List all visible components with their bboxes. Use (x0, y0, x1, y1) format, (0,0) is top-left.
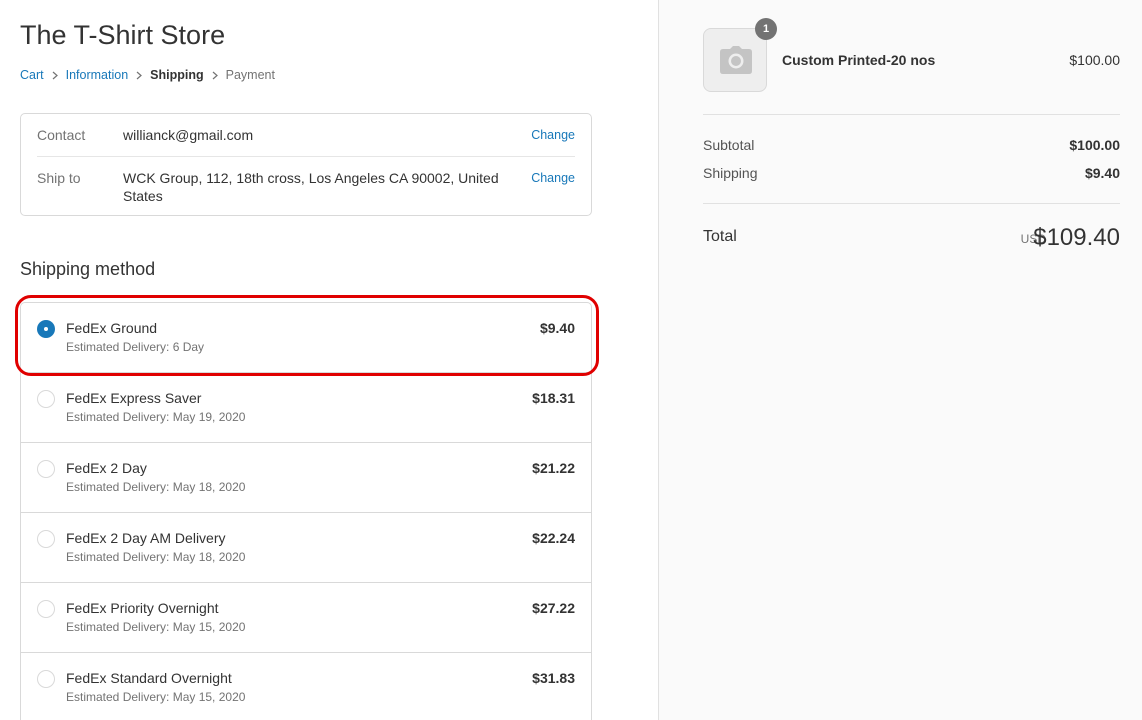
shipping-option-delivery: Estimated Delivery: May 15, 2020 (66, 620, 246, 634)
radio-button[interactable] (37, 390, 55, 408)
product-name: Custom Printed-20 nos (782, 52, 936, 68)
total-divider (703, 203, 1120, 204)
radio-button[interactable] (37, 670, 55, 688)
radio-button[interactable] (37, 460, 55, 478)
shipping-option-name: FedEx Standard Overnight (66, 670, 232, 686)
radio-button[interactable] (37, 600, 55, 618)
shipping-option-fedex-2-day-am[interactable]: FedEx 2 Day AM Delivery Estimated Delive… (21, 513, 591, 583)
breadcrumb-shipping: Shipping (150, 68, 204, 82)
total-value: $109.40 (1033, 224, 1120, 251)
camera-icon (720, 46, 752, 74)
shipping-option-delivery: Estimated Delivery: May 19, 2020 (66, 410, 246, 424)
order-summary: 1 Custom Printed-20 nos $100.00 Subtotal… (658, 0, 1142, 720)
total-label: Total (703, 228, 737, 245)
radio-button[interactable] (37, 530, 55, 548)
chevron-right-icon (204, 68, 226, 82)
summary-divider (703, 114, 1120, 115)
shipping-option-name: FedEx Ground (66, 320, 158, 336)
review-box: Contact willianck@gmail.com Change Ship … (20, 113, 592, 216)
shipping-option-name: FedEx 2 Day AM Delivery (66, 530, 226, 546)
shipping-option-delivery: Estimated Delivery: May 18, 2020 (66, 480, 246, 494)
subtotal-value: $100.00 (1069, 137, 1120, 153)
breadcrumb-cart[interactable]: Cart (20, 68, 44, 82)
contact-value: willianck@gmail.com (123, 127, 254, 143)
shipping-option-price: $27.22 (532, 600, 575, 616)
shipping-option-price: $21.22 (532, 460, 575, 476)
shipping-option-delivery: Estimated Delivery: May 18, 2020 (66, 550, 246, 564)
shipping-option-fedex-ground[interactable]: FedEx Ground Estimated Delivery: 6 Day $… (21, 303, 591, 373)
chevron-right-icon (128, 68, 150, 82)
shipping-value: $9.40 (1084, 165, 1120, 181)
contact-label: Contact (37, 127, 86, 143)
store-title: The T-Shirt Store (20, 20, 226, 50)
ship-to-row: Ship to WCK Group, 112, 18th cross, Los … (37, 169, 575, 205)
ship-to-value: WCK Group, 112, 18th cross, Los Angeles … (123, 170, 499, 204)
subtotal-row: Subtotal $100.00 (703, 137, 1120, 153)
shipping-label: Shipping (703, 165, 758, 181)
shipping-option-name: FedEx Priority Overnight (66, 600, 219, 616)
product-thumbnail (703, 28, 767, 92)
review-divider (37, 156, 575, 157)
ship-to-label: Ship to (37, 170, 81, 186)
shipping-option-delivery: Estimated Delivery: May 15, 2020 (66, 690, 246, 704)
quantity-badge: 1 (755, 18, 777, 40)
shipping-option-name: FedEx Express Saver (66, 390, 202, 406)
shipping-option-price: $22.24 (532, 530, 575, 546)
shipping-option-fedex-express-saver[interactable]: FedEx Express Saver Estimated Delivery: … (21, 373, 591, 443)
shipping-row: Shipping $9.40 (703, 165, 1120, 181)
breadcrumb-payment: Payment (225, 68, 275, 82)
breadcrumb-information[interactable]: Information (66, 68, 129, 82)
shipping-method-title: Shipping method (20, 259, 156, 279)
contact-row: Contact willianck@gmail.com Change (37, 126, 575, 144)
shipping-option-fedex-2-day[interactable]: FedEx 2 Day Estimated Delivery: May 18, … (21, 443, 591, 513)
subtotal-label: Subtotal (703, 137, 755, 153)
breadcrumb: Cart Information Shipping Payment (20, 68, 275, 82)
shipping-option-price: $31.83 (532, 670, 575, 686)
shipping-option-price: $18.31 (532, 390, 575, 406)
chevron-right-icon (44, 68, 66, 82)
product-price: $100.00 (1069, 52, 1120, 68)
radio-button[interactable] (37, 320, 55, 338)
shipping-option-fedex-standard-overnight[interactable]: FedEx Standard Overnight Estimated Deliv… (21, 653, 591, 720)
shipping-option-name: FedEx 2 Day (66, 460, 147, 476)
main-content: The T-Shirt Store Cart Information Shipp… (0, 0, 658, 720)
shipping-methods-list: FedEx Ground Estimated Delivery: 6 Day $… (20, 302, 592, 720)
shipping-option-price: $9.40 (539, 320, 575, 336)
shipping-option-delivery: Estimated Delivery: 6 Day (66, 340, 205, 354)
change-contact-link[interactable]: Change (531, 126, 575, 144)
shipping-option-fedex-priority-overnight[interactable]: FedEx Priority Overnight Estimated Deliv… (21, 583, 591, 653)
change-ship-to-link[interactable]: Change (531, 169, 575, 205)
